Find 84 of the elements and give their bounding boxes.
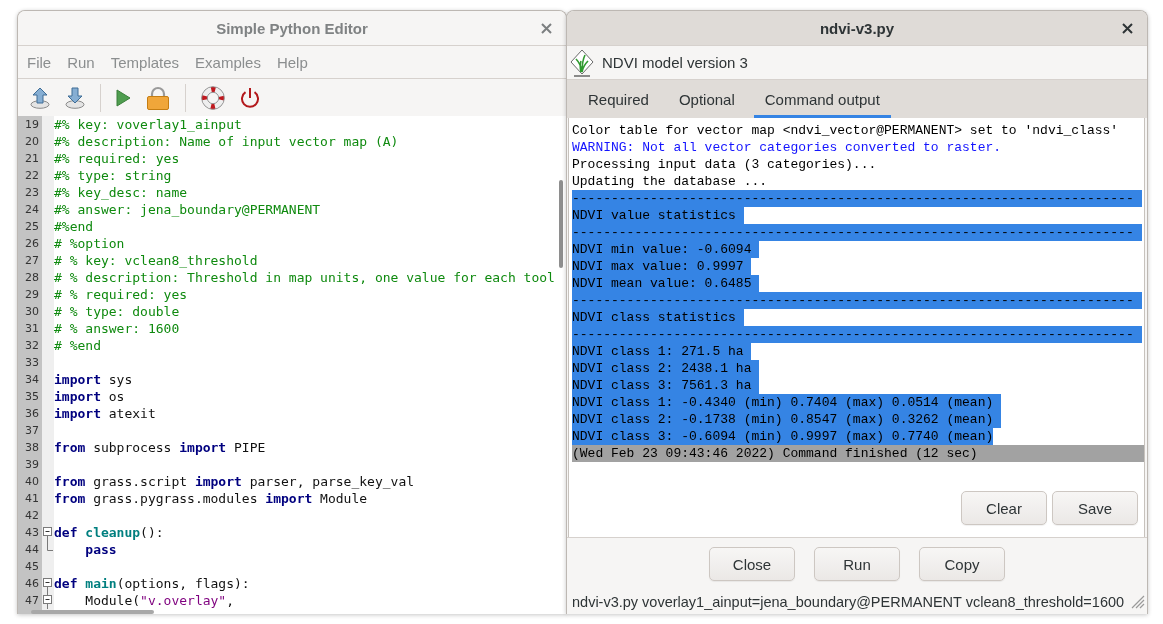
line-number: 40 <box>24 474 40 490</box>
line-number: 39 <box>24 457 40 473</box>
output-line: Processing input data (3 categories)... <box>572 156 877 173</box>
power-icon[interactable] <box>240 86 260 109</box>
code-line: #% description: Name of input vector map (A) <box>54 133 399 150</box>
window-title: Simple Python Editor <box>216 19 368 37</box>
code-line: # % description: Threshold in map units, one value for each tool <box>54 269 555 286</box>
output-line: Color table for vector map <ndvi_vector@PERMANENT> set to 'ndvi_class' <box>572 122 1119 139</box>
code-line: # % key: vclean8_threshold <box>54 252 258 269</box>
panel-button[interactable]: Clear <box>961 491 1047 525</box>
padlock-icon[interactable] <box>146 85 170 110</box>
tab[interactable]: Required <box>577 80 660 118</box>
line-number: 32 <box>24 338 40 354</box>
window-title: ndvi-v3.py <box>819 19 895 37</box>
tab[interactable]: Optional <box>667 80 746 118</box>
dialog-button[interactable]: Run <box>814 547 900 581</box>
line-number: 43 <box>24 525 40 541</box>
line-number: 25 <box>24 219 40 235</box>
code-line: # % type: double <box>54 303 180 320</box>
code-line: def cleanup(): <box>54 524 164 541</box>
resize-grip-icon[interactable] <box>1131 595 1145 609</box>
upload-arrow-icon[interactable] <box>30 86 50 109</box>
code-line: from grass.pygrass.modules import Module <box>54 490 368 507</box>
code-line: #% key: voverlay1_ainput <box>54 116 242 133</box>
panel-button[interactable]: Save <box>1052 491 1138 525</box>
close-icon[interactable] <box>1122 22 1133 34</box>
line-number: 28 <box>24 270 40 286</box>
code-line: # %option <box>54 235 125 252</box>
fold-collapse-icon[interactable] <box>42 524 53 541</box>
line-number: 30 <box>24 304 40 320</box>
code-line: #% key_desc: name <box>54 184 188 201</box>
line-number: 36 <box>24 406 40 422</box>
code-line: def main(options, flags): <box>54 575 250 592</box>
line-number: 44 <box>24 542 40 558</box>
code-line: #% answer: jena_boundary@PERMANENT <box>54 201 321 218</box>
fold-end-icon <box>47 541 53 551</box>
code-line: #% required: yes <box>54 150 180 167</box>
code-line: # %end <box>54 337 101 354</box>
code-line: import os <box>54 388 125 405</box>
line-number: 33 <box>24 355 40 371</box>
code-line: Module("v.overlay", <box>84 592 234 609</box>
code-line: import atexit <box>54 405 156 422</box>
line-number: 47 <box>24 593 40 609</box>
tab[interactable]: Command output <box>753 80 891 118</box>
code-line: import sys <box>54 371 133 388</box>
fold-collapse-icon[interactable] <box>42 592 53 609</box>
line-number: 21 <box>24 151 40 167</box>
scrollbar-thumb[interactable] <box>31 610 154 614</box>
output-line: Updating the database ... <box>572 173 768 190</box>
code-line: #% type: string <box>54 167 172 184</box>
status-text: ndvi-v3.py voverlay1_ainput=jena_boundary@PERMANENT vclean8_threshold=1600 <box>572 594 1125 610</box>
code-line: # % required: yes <box>54 286 188 303</box>
code-line: from grass.script import parser, parse_key_val <box>54 473 415 490</box>
line-number: 45 <box>24 559 40 575</box>
scrollbar-thumb[interactable] <box>559 180 563 268</box>
download-arrow-icon[interactable] <box>65 86 85 109</box>
line-number: 37 <box>24 423 40 439</box>
code-line: from subprocess import PIPE <box>54 439 266 456</box>
line-number: 23 <box>24 185 40 201</box>
line-number: 46 <box>24 576 40 592</box>
line-number: 20 <box>24 134 40 150</box>
output-line: WARNING: Not all vector categories converted to raster. <box>572 139 1002 156</box>
line-number: 24 <box>24 202 40 218</box>
code-line: # % answer: 1600 <box>54 320 180 337</box>
line-number: 42 <box>24 508 40 524</box>
dialog-heading: NDVI model version 3 <box>602 54 748 71</box>
play-icon[interactable] <box>116 88 131 107</box>
line-number: 19 <box>24 117 40 133</box>
dialog-button[interactable]: Close <box>709 547 795 581</box>
line-number: 34 <box>24 372 40 388</box>
line-number: 38 <box>24 440 40 456</box>
line-number: 26 <box>24 236 40 252</box>
fold-collapse-icon[interactable] <box>42 575 53 592</box>
lifebuoy-icon[interactable] <box>201 85 225 110</box>
line-number: 31 <box>24 321 40 337</box>
line-number: 22 <box>24 168 40 184</box>
code-line: pass <box>84 541 117 558</box>
line-number: 41 <box>24 491 40 507</box>
code-line: #%end <box>54 218 94 235</box>
line-number: 35 <box>24 389 40 405</box>
output-line: (Wed Feb 23 09:43:46 2022) Command finished (12 sec) <box>572 445 978 462</box>
line-number: 29 <box>24 287 40 303</box>
line-number: 27 <box>24 253 40 269</box>
dialog-button[interactable]: Copy <box>919 547 1005 581</box>
